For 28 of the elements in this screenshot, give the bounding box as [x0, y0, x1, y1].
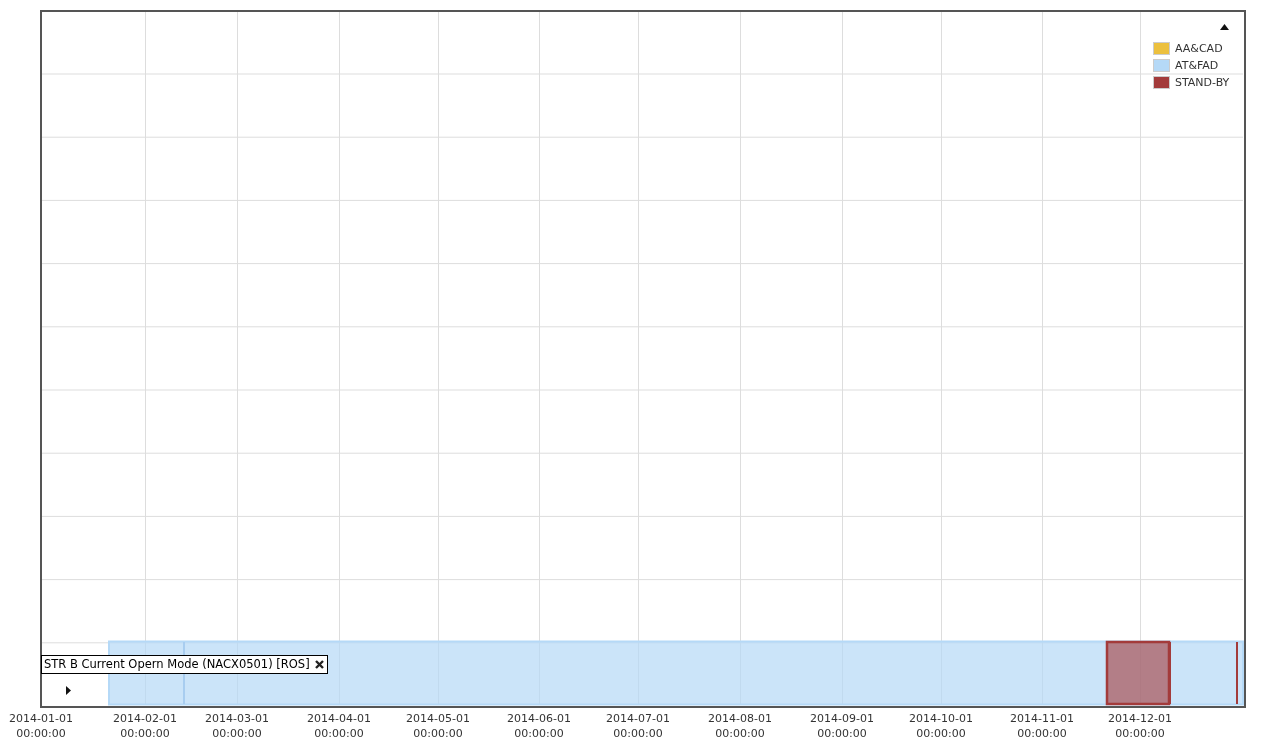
legend-label[interactable]: AA&CAD	[1175, 42, 1223, 55]
axis-time-label: 00:00:00	[915, 726, 967, 741]
axis-time-label: 00:00:00	[119, 726, 171, 741]
axis-time-label: 00:00:00	[313, 726, 365, 741]
axis-date-label: 2014-12-01	[1108, 711, 1172, 726]
axis-date-label: 2014-10-01	[909, 711, 973, 726]
axis-time-label: 00:00:00	[211, 726, 263, 741]
axis-time-label: 00:00:00	[1114, 726, 1166, 741]
row-label: STR B Current Opern Mode (NACX0501) [ROS]	[44, 657, 310, 671]
axis-date-label: 2014-05-01	[406, 711, 470, 726]
axis-date-label: 2014-09-01	[810, 711, 874, 726]
axis-date-label: 2014-08-01	[708, 711, 772, 726]
axis-time-label: 00:00:00	[1016, 726, 1068, 741]
axis-time-label: 00:00:00	[513, 726, 565, 741]
axis-date-label: 2014-03-01	[205, 711, 269, 726]
axis-date-label: 2014-04-01	[307, 711, 371, 726]
axis-date-label: 2014-01-01	[9, 711, 73, 726]
legend-label[interactable]: AT&FAD	[1175, 59, 1219, 72]
axis-time-label: 00:00:00	[612, 726, 664, 741]
legend-label[interactable]: STAND-BY	[1175, 76, 1230, 89]
axis-date-label: 2014-06-01	[507, 711, 571, 726]
axis-date-label: 2014-07-01	[606, 711, 670, 726]
axis-time-label: 00:00:00	[714, 726, 766, 741]
axis-time-label: 00:00:00	[816, 726, 868, 741]
axis-time-label: 00:00:00	[15, 726, 67, 741]
axis-date-label: 2014-02-01	[113, 711, 177, 726]
axis-time-label: 00:00:00	[412, 726, 464, 741]
axis-date-label: 2014-11-01	[1010, 711, 1074, 726]
